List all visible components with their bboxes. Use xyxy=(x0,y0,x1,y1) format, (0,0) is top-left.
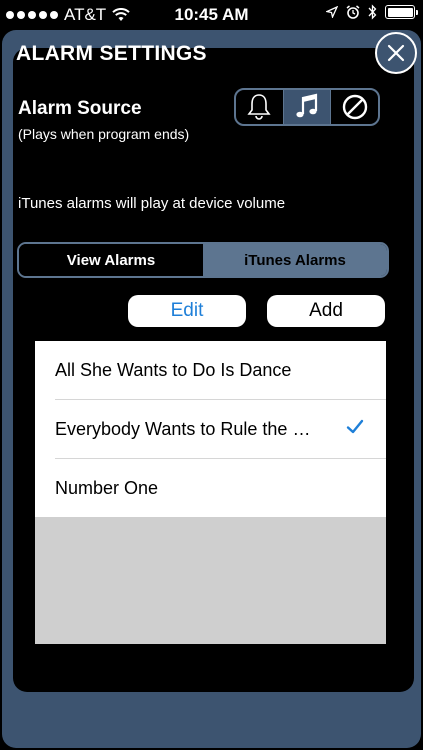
battery-icon xyxy=(385,5,418,19)
alarm-tabs: View Alarms iTunes Alarms xyxy=(17,242,389,278)
location-arrow-icon xyxy=(326,6,338,18)
edit-button[interactable]: Edit xyxy=(128,295,246,327)
page-title: ALARM SETTINGS xyxy=(16,42,207,65)
list-item-title: Everybody Wants to Rule the World xyxy=(55,418,325,439)
list-item-title: Number One xyxy=(55,477,159,498)
alarm-source-subtitle: (Plays when program ends) xyxy=(18,126,190,142)
alarm-source-selector xyxy=(234,88,380,126)
source-option-none[interactable] xyxy=(330,90,378,124)
tab-view-alarms[interactable]: View Alarms xyxy=(19,244,203,276)
bluetooth-icon xyxy=(368,4,377,20)
status-bar: AT&T 10:45 AM xyxy=(0,0,423,30)
close-icon xyxy=(387,44,405,62)
alarm-source-label: Alarm Source xyxy=(18,98,142,119)
add-button[interactable]: Add xyxy=(267,295,385,327)
music-note-icon xyxy=(296,93,318,118)
list-item[interactable]: All She Wants to Do Is Dance xyxy=(35,341,386,399)
source-option-bell[interactable] xyxy=(236,90,283,124)
list-item-title: All She Wants to Do Is Dance xyxy=(55,359,292,380)
alarm-list: All She Wants to Do Is Dance Everybody W… xyxy=(35,341,386,644)
close-button[interactable] xyxy=(375,32,417,74)
volume-note: iTunes alarms will play at device volume xyxy=(18,195,286,212)
status-right xyxy=(326,4,418,20)
tab-itunes-alarms[interactable]: iTunes Alarms xyxy=(203,244,387,276)
source-option-music[interactable] xyxy=(282,90,331,124)
list-item[interactable]: Number One xyxy=(35,459,386,517)
bell-icon xyxy=(247,94,271,120)
alarm-clock-icon xyxy=(346,5,360,19)
no-sound-icon xyxy=(342,94,367,120)
checkmark-icon xyxy=(346,419,364,434)
list-item[interactable]: Everybody Wants to Rule the World xyxy=(35,400,386,458)
